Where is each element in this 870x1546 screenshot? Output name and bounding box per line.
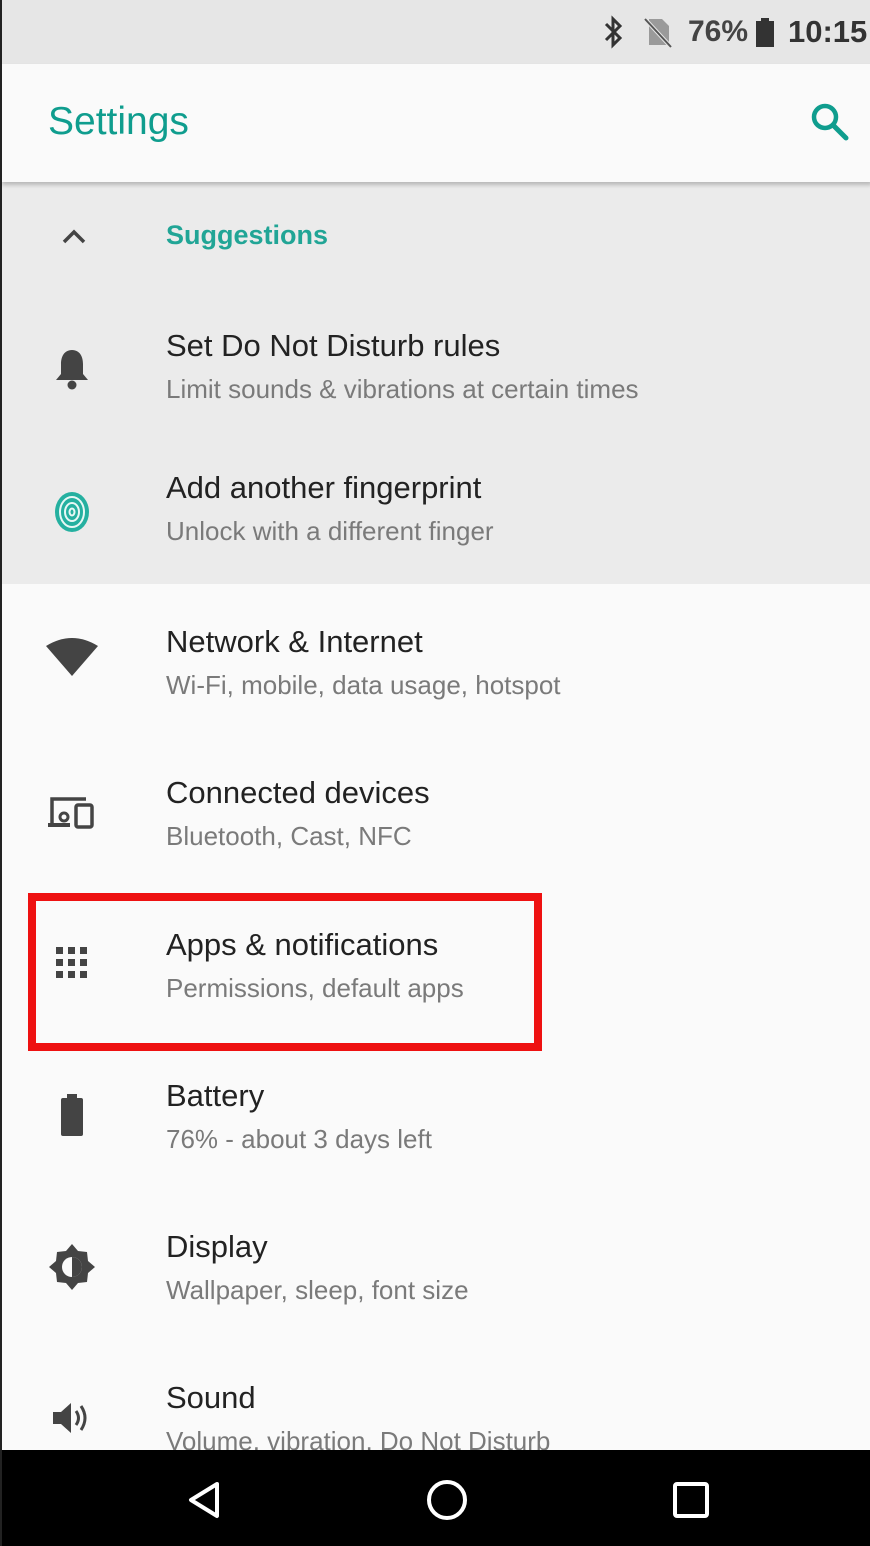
search-button[interactable] [802,94,858,150]
settings-item-subtitle: Wi-Fi, mobile, data usage, hotspot [166,670,561,700]
battery-percent: 76% [688,15,749,48]
status-bar: 76% 10:15 [2,0,870,64]
settings-item-title: Sound [166,1380,256,1415]
suggestion-subtitle: Unlock with a different finger [166,516,494,546]
page-title: Settings [48,100,189,143]
search-icon [811,103,849,141]
settings-item-title: Apps & notifications [166,927,439,962]
wifi-icon [42,628,102,688]
settings-item-display[interactable]: Display Wallpaper, sleep, font size [2,1195,870,1345]
suggestion-do-not-disturb[interactable]: Set Do Not Disturb rules Limit sounds & … [2,292,870,442]
phone-screen: 76% 10:15 Settings Suggestions Set Do No… [0,0,870,1546]
navigation-bar [2,1450,870,1546]
chevron-up-icon[interactable] [54,216,94,256]
suggestion-title: Add another fingerprint [166,470,482,505]
devices-icon [42,783,102,843]
no-sim-icon [642,0,674,64]
bluetooth-icon [598,0,628,64]
bell-icon [42,338,102,398]
suggestion-title: Set Do Not Disturb rules [166,328,501,363]
recents-icon [673,1482,709,1518]
settings-item-title: Connected devices [166,775,430,810]
settings-item-subtitle: 76% - about 3 days left [166,1124,432,1154]
app-bar: Settings [2,64,870,182]
suggestion-fingerprint[interactable]: Add another fingerprint Unlock with a di… [2,438,870,588]
settings-item-title: Display [166,1229,268,1264]
suggestions-header[interactable]: Suggestions [2,182,870,292]
brightness-icon [42,1237,102,1297]
suggestions-title: Suggestions [166,220,329,250]
settings-item-subtitle: Permissions, default apps [166,973,464,1003]
battery-icon [42,1086,102,1146]
settings-item-subtitle: Wallpaper, sleep, font size [166,1275,469,1305]
settings-item-subtitle: Bluetooth, Cast, NFC [166,821,412,851]
fingerprint-icon [42,482,102,542]
battery-icon [754,0,776,64]
clock: 10:15 [788,14,868,49]
settings-item-title: Battery [166,1078,265,1113]
settings-item-title: Network & Internet [166,624,423,659]
settings-item-apps-notifications[interactable]: Apps & notifications Permissions, defaul… [2,893,870,1043]
suggestion-subtitle: Limit sounds & vibrations at certain tim… [166,374,639,404]
back-icon [189,1482,219,1518]
settings-item-battery[interactable]: Battery 76% - about 3 days left [2,1044,870,1194]
home-button[interactable] [412,1468,482,1532]
volume-icon [42,1388,102,1448]
back-button[interactable] [170,1468,240,1532]
settings-item-network[interactable]: Network & Internet Wi-Fi, mobile, data u… [2,590,870,740]
settings-item-connected-devices[interactable]: Connected devices Bluetooth, Cast, NFC [2,741,870,891]
apps-grid-icon [42,933,102,993]
home-icon [427,1480,467,1520]
recents-button[interactable] [656,1468,726,1532]
suggestions-section: Suggestions Set Do Not Disturb rules Lim… [2,182,870,584]
